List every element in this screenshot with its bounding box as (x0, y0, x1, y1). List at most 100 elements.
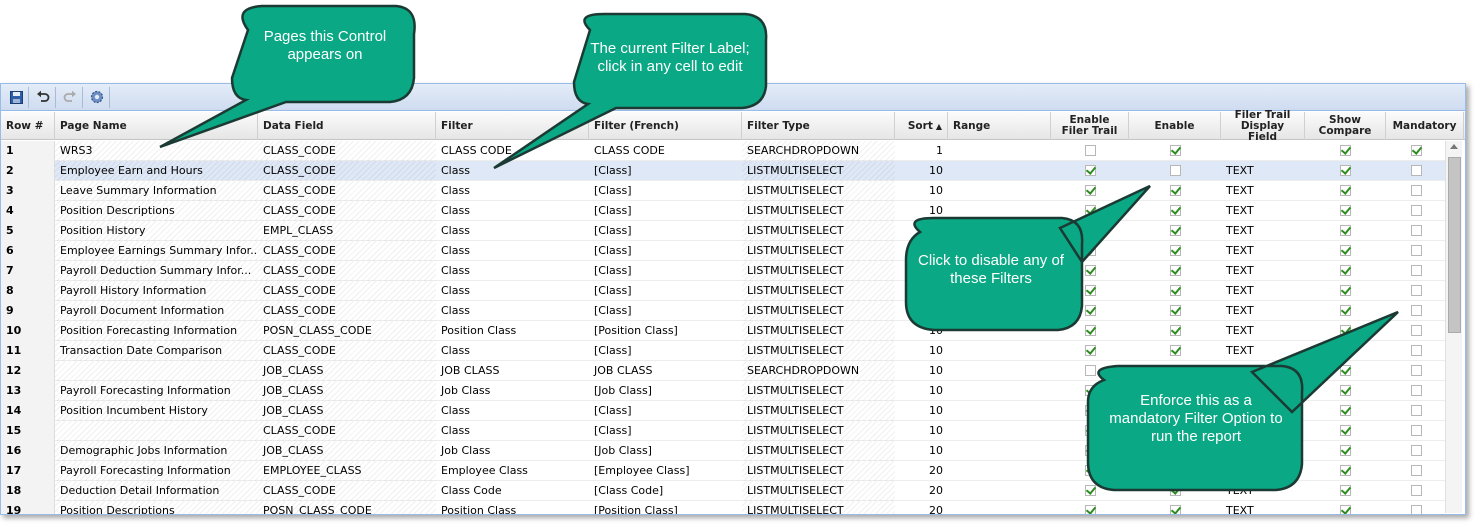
checked-checkbox-icon[interactable] (1340, 224, 1351, 236)
mandatory-cell[interactable] (1386, 341, 1446, 361)
page-name-cell[interactable]: Position Descriptions (55, 501, 258, 514)
col-header-filer-trail-display-field[interactable]: Filer Trail Display Field (1221, 109, 1305, 142)
checked-checkbox-icon[interactable] (1410, 144, 1422, 156)
data-field-cell[interactable]: CLASS_CODE (258, 301, 436, 321)
checked-checkbox-icon[interactable] (1340, 404, 1351, 416)
filter-type-cell[interactable]: LISTMULTISELECT (742, 421, 895, 441)
show-compare-cell[interactable] (1305, 401, 1386, 421)
filter-french-cell[interactable]: [Class] (589, 221, 742, 241)
filter-type-cell[interactable]: LISTMULTISELECT (742, 501, 895, 514)
filter-french-cell[interactable]: [Class] (589, 401, 742, 421)
checked-checkbox-icon[interactable] (1340, 444, 1351, 456)
checked-checkbox-icon[interactable] (1340, 364, 1351, 376)
show-compare-cell[interactable] (1305, 161, 1386, 181)
filer-trail-display-field-cell[interactable]: TEXT (1221, 341, 1305, 361)
filer-trail-display-field-cell[interactable]: TEXT (1221, 221, 1305, 241)
col-header-filter-type[interactable]: Filter Type (742, 112, 895, 140)
undo-button[interactable] (31, 86, 56, 108)
table-row[interactable]: 5 Position History EMPL_CLASS Class [Class] L… (1, 221, 1446, 241)
table-row[interactable]: 3 Leave Summary Information CLASS_CODE Clas… (1, 181, 1446, 201)
filter-type-cell[interactable]: LISTMULTISELECT (742, 301, 895, 321)
unchecked-checkbox-icon[interactable] (1084, 144, 1096, 156)
checked-checkbox-icon[interactable] (1340, 184, 1351, 196)
checked-checkbox-icon[interactable] (1340, 424, 1351, 436)
unchecked-checkbox-icon[interactable] (1410, 464, 1422, 476)
data-field-cell[interactable]: CLASS_CODE (258, 161, 436, 181)
range-cell[interactable] (948, 481, 1051, 501)
checked-checkbox-icon[interactable] (1340, 484, 1351, 496)
data-field-cell[interactable]: EMPLOYEE_CLASS (258, 461, 436, 481)
col-header-enable-filer-trail[interactable]: Enable Filer Trail (1051, 112, 1129, 140)
checked-checkbox-icon[interactable] (1340, 384, 1351, 396)
table-row[interactable]: 11 Transaction Date Comparison CLASS_CODE C… (1, 341, 1446, 361)
data-field-cell[interactable]: CLASS_CODE (258, 241, 436, 261)
vertical-scrollbar[interactable] (1445, 141, 1462, 513)
range-cell[interactable] (948, 501, 1051, 514)
table-row[interactable]: 17 Payroll Forecasting Information EMPLOYE… (1, 461, 1446, 481)
unchecked-checkbox-icon[interactable] (1410, 484, 1422, 496)
range-cell[interactable] (948, 381, 1051, 401)
filter-cell[interactable]: Class (436, 281, 589, 301)
checked-checkbox-icon[interactable] (1169, 244, 1181, 256)
mandatory-cell[interactable] (1386, 441, 1446, 461)
filter-french-cell[interactable]: [Class Code] (589, 481, 742, 501)
page-name-cell[interactable]: Transaction Date Comparison (55, 341, 258, 361)
table-row[interactable]: 7 Payroll Deduction Summary Infor... CLASS… (1, 261, 1446, 281)
filter-cell[interactable]: Position Class (436, 501, 589, 514)
filter-type-cell[interactable]: LISTMULTISELECT (742, 201, 895, 221)
page-name-cell[interactable]: Payroll Document Information (55, 301, 258, 321)
checked-checkbox-icon[interactable] (1169, 464, 1181, 476)
col-header-filter[interactable]: Filter (436, 112, 589, 140)
enable-filer-trail-cell[interactable] (1051, 321, 1129, 341)
save-button[interactable] (4, 86, 29, 108)
filter-french-cell[interactable]: [Class] (589, 341, 742, 361)
filter-french-cell[interactable]: [Position Class] (589, 321, 742, 341)
enable-filer-trail-cell[interactable] (1051, 501, 1129, 514)
mandatory-cell[interactable] (1386, 201, 1446, 221)
enable-filer-trail-cell[interactable] (1051, 481, 1129, 501)
filter-type-cell[interactable]: LISTMULTISELECT (742, 281, 895, 301)
sort-cell[interactable]: 1 (895, 141, 948, 161)
mandatory-cell[interactable] (1386, 281, 1446, 301)
data-field-cell[interactable]: CLASS_CODE (258, 421, 436, 441)
unchecked-checkbox-icon[interactable] (1410, 344, 1422, 356)
col-header-filter-french[interactable]: Filter (French) (589, 112, 742, 140)
data-field-cell[interactable]: POSN_CLASS_CODE (258, 321, 436, 341)
checked-checkbox-icon[interactable] (1084, 444, 1096, 456)
mandatory-cell[interactable] (1386, 421, 1446, 441)
col-header-sort[interactable]: Sort ▲ (895, 112, 948, 140)
filter-french-cell[interactable]: [Class] (589, 201, 742, 221)
filter-type-cell[interactable]: LISTMULTISELECT (742, 161, 895, 181)
enable-filer-trail-cell[interactable] (1051, 221, 1129, 241)
enable-cell[interactable] (1129, 341, 1221, 361)
checked-checkbox-icon[interactable] (1084, 184, 1096, 196)
filter-type-cell[interactable]: LISTMULTISELECT (742, 341, 895, 361)
filter-type-cell[interactable]: LISTMULTISELECT (742, 461, 895, 481)
table-row[interactable]: 2 Employee Earn and Hours CLASS_CODE Class[… (1, 161, 1446, 181)
enable-cell[interactable] (1129, 461, 1221, 481)
data-field-cell[interactable]: JOB_CLASS (258, 401, 436, 421)
table-row[interactable]: 4 Position Descriptions CLASS_CODE Class [Cl… (1, 201, 1446, 221)
data-field-cell[interactable]: CLASS_CODE (258, 261, 436, 281)
checked-checkbox-icon[interactable] (1169, 444, 1181, 456)
filer-trail-display-field-cell[interactable]: TEXT (1221, 261, 1305, 281)
range-cell[interactable] (948, 341, 1051, 361)
enable-cell[interactable] (1129, 201, 1221, 221)
filter-cell[interactable]: Class (436, 201, 589, 221)
checked-checkbox-icon[interactable] (1084, 504, 1096, 514)
data-field-cell[interactable]: EMPL_CLASS (258, 221, 436, 241)
mandatory-cell[interactable] (1386, 481, 1446, 501)
data-field-cell[interactable]: CLASS_CODE (258, 281, 436, 301)
checked-checkbox-icon[interactable] (1084, 224, 1096, 236)
scrollbar-thumb[interactable] (1448, 157, 1461, 333)
page-name-cell[interactable] (55, 421, 258, 441)
scroll-up-icon[interactable] (1450, 144, 1458, 149)
enable-filer-trail-cell[interactable] (1051, 301, 1129, 321)
enable-cell[interactable] (1129, 241, 1221, 261)
filter-cell[interactable]: Class (436, 161, 589, 181)
unchecked-checkbox-icon[interactable] (1410, 264, 1422, 276)
mandatory-cell[interactable] (1386, 321, 1446, 341)
filter-cell[interactable]: Employee Class (436, 461, 589, 481)
page-name-cell[interactable]: Payroll Forecasting Information (55, 461, 258, 481)
sort-cell[interactable]: 10 (895, 341, 948, 361)
